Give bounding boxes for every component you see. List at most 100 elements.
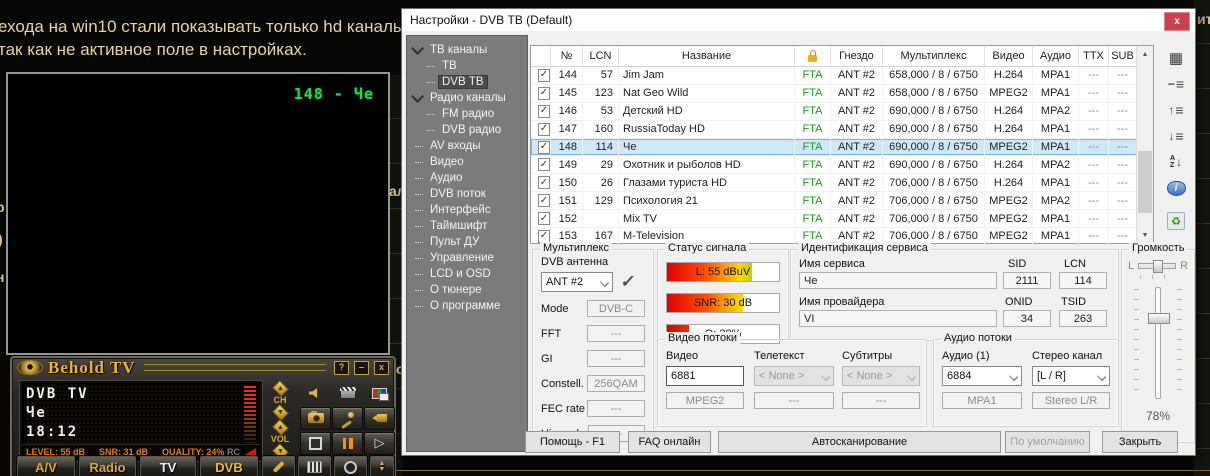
stereo-select[interactable]: [L / R] — [1032, 366, 1110, 386]
cell-ant: ANT #2 — [831, 210, 883, 227]
table-scrollbar[interactable]: ▲ ▼ — [1136, 46, 1153, 243]
service-name-field[interactable]: Че — [799, 272, 997, 289]
tools-button[interactable] — [261, 455, 296, 476]
sidebar-item-lcd-и-osd[interactable]: LCD и OSD — [407, 266, 527, 282]
channel-checkbox[interactable]: ✓ — [538, 230, 550, 243]
table-row[interactable]: ✓151129Психология 21FTAANT #2706,000 / 8… — [531, 192, 1153, 210]
sidebar-item-dvb-радио[interactable]: DVB радио — [407, 122, 527, 138]
table-row[interactable]: ✓147160RussiaToday HDFTAANT #2690,000 / … — [531, 121, 1153, 139]
sort-az-icon[interactable]: AZ↓ — [1164, 153, 1188, 171]
pause-button[interactable] — [332, 432, 363, 455]
player-close-button[interactable]: x — [374, 361, 389, 375]
channel-checkbox[interactable]: ✓ — [538, 194, 550, 207]
scroll-up-button[interactable]: ▲ — [1137, 46, 1153, 62]
subtitles-select[interactable]: < None > — [842, 366, 920, 386]
audio-pid-select[interactable]: 6884 — [942, 366, 1022, 386]
editor-button[interactable] — [297, 455, 332, 476]
record-button[interactable] — [364, 407, 395, 430]
teletext-select[interactable]: < None > — [754, 366, 834, 386]
resize-button[interactable]: ▲▼ — [369, 455, 395, 476]
table-row[interactable]: ✓14653Детский HDFTAANT #2690,000 / 8 / 6… — [531, 103, 1153, 121]
scroll-thumb[interactable] — [1138, 151, 1152, 213]
cell-a: MPA2 — [1033, 103, 1079, 120]
channel-checkbox[interactable]: ✓ — [538, 87, 550, 100]
sidebar-item-av-входы[interactable]: AV входы — [407, 138, 527, 154]
move-up-icon[interactable]: ↑≡ — [1164, 101, 1188, 119]
capture-button[interactable] — [332, 381, 363, 405]
faq-button[interactable]: FAQ онлайн — [628, 431, 711, 453]
help-button[interactable]: Помощь - F1 — [525, 431, 620, 453]
sidebar-item-видео[interactable]: Видео — [407, 154, 527, 170]
player-minimize-button[interactable]: – — [354, 361, 369, 375]
table-row[interactable]: ✓152Mix TVFTAANT #2706,000 / 8 / 6750MPE… — [531, 210, 1153, 228]
info-icon[interactable]: i — [1164, 179, 1188, 197]
pip-button[interactable] — [364, 381, 395, 405]
recycle-bin-icon[interactable]: ♻ — [1164, 205, 1188, 223]
timer-button[interactable] — [333, 455, 368, 476]
sidebar-item-таймшифт[interactable]: Таймшифт — [407, 218, 527, 234]
cell-n: 151 — [551, 192, 583, 209]
cell-name: Психология 21 — [619, 192, 795, 209]
tree-line — [415, 241, 423, 243]
list-remove-icon[interactable]: −≡ — [1164, 75, 1188, 93]
volume-slider[interactable] — [1122, 287, 1194, 399]
table-row[interactable]: ✓15026Глазами туриста HDFTAANT #2706,000… — [531, 174, 1153, 192]
snapshot-button[interactable] — [300, 407, 331, 430]
cell-n: 145 — [551, 85, 583, 102]
onid-field: 34 — [1003, 310, 1051, 327]
channel-checkbox[interactable]: ✓ — [538, 69, 550, 82]
channel-checkbox[interactable]: ✓ — [538, 123, 550, 136]
table-row[interactable]: ✓148114ЧеFTAANT #2690,000 / 8 / 6750MPEG… — [531, 139, 1153, 157]
mode-tv-button[interactable]: TV — [139, 455, 197, 476]
play-button[interactable]: ▷ — [364, 432, 395, 455]
mode-radio-button[interactable]: Radio — [78, 455, 137, 476]
mic-button[interactable] — [332, 407, 363, 430]
window-close-button[interactable]: x — [1164, 12, 1190, 31]
channel-checkbox[interactable]: ✓ — [538, 105, 550, 118]
screen: ехода на win10 стали показывать только h… — [0, 0, 1210, 476]
video-pid-label: Видео — [666, 350, 744, 362]
channel-grid-icon[interactable]: ▦ — [1164, 49, 1188, 67]
stop-button[interactable] — [300, 432, 331, 455]
mute-button[interactable] — [300, 381, 331, 405]
close-button[interactable]: Закрыть — [1102, 431, 1178, 453]
mode-av-button[interactable]: A/V — [16, 455, 76, 476]
channel-checkbox-cell: ✓ — [531, 139, 551, 156]
table-row[interactable]: ✓145123Nat Geo WildFTAANT #2658,000 / 8 … — [531, 85, 1153, 103]
antenna-apply-check-icon[interactable]: ✓ — [620, 272, 637, 292]
table-row[interactable]: ✓14457Jim JamFTAANT #2658,000 / 8 / 6750… — [531, 67, 1153, 85]
behold-logo-icon — [17, 360, 43, 375]
sidebar-item-управление[interactable]: Управление — [407, 250, 527, 266]
sidebar-item-dvb-тв[interactable]: DVB ТВ — [407, 74, 527, 90]
sidebar-item-тв[interactable]: ТВ — [407, 58, 527, 74]
table-row[interactable]: ✓14929Охотник и рыболов HDFTAANT #2690,0… — [531, 156, 1153, 174]
sidebar-item-о-тюнере[interactable]: О тюнере — [407, 282, 527, 298]
player-help-button[interactable]: ? — [334, 361, 349, 375]
channel-checkbox[interactable]: ✓ — [538, 212, 550, 225]
sidebar-item-тв-каналы[interactable]: ТВ каналы — [407, 42, 527, 58]
antenna-select[interactable]: ANT #2 — [541, 272, 613, 292]
settings-window: Настройки - DVB ТВ (Default) x ТВ каналы… — [401, 8, 1196, 456]
sidebar-item-fm-радио[interactable]: FM радио — [407, 106, 527, 122]
channel-checkbox[interactable]: ✓ — [538, 141, 550, 154]
mode-dvb-button[interactable]: DVB — [199, 455, 259, 476]
sidebar-item-интерфейс[interactable]: Интерфейс — [407, 202, 527, 218]
sidebar-item-пульт-ду[interactable]: Пульт ДУ — [407, 234, 527, 250]
sidebar-item-аудио[interactable]: Аудио — [407, 170, 527, 186]
sidebar-item-о-программе[interactable]: О программе — [407, 298, 527, 314]
channel-checkbox[interactable]: ✓ — [538, 176, 550, 189]
move-down-icon[interactable]: ↓≡ — [1164, 127, 1188, 145]
chevron-down-icon — [1097, 372, 1106, 381]
provider-field[interactable]: VI — [799, 310, 997, 327]
balance-slider[interactable] — [1138, 263, 1176, 269]
cell-a: MPA1 — [1033, 139, 1079, 156]
scroll-down-button[interactable]: ▼ — [1137, 227, 1153, 243]
window-titlebar[interactable]: Настройки - DVB ТВ (Default) x — [402, 9, 1195, 31]
balance-thumb[interactable] — [1153, 260, 1163, 273]
volume-thumb[interactable] — [1148, 313, 1170, 324]
autoscan-button[interactable]: Автосканирование — [718, 431, 1001, 453]
sidebar-item-dvb-поток[interactable]: DVB поток — [407, 186, 527, 202]
channel-checkbox[interactable]: ✓ — [538, 158, 550, 171]
sidebar-item-радио-каналы[interactable]: Радио каналы — [407, 90, 527, 106]
video-pid-input[interactable]: 6881 — [666, 366, 744, 386]
